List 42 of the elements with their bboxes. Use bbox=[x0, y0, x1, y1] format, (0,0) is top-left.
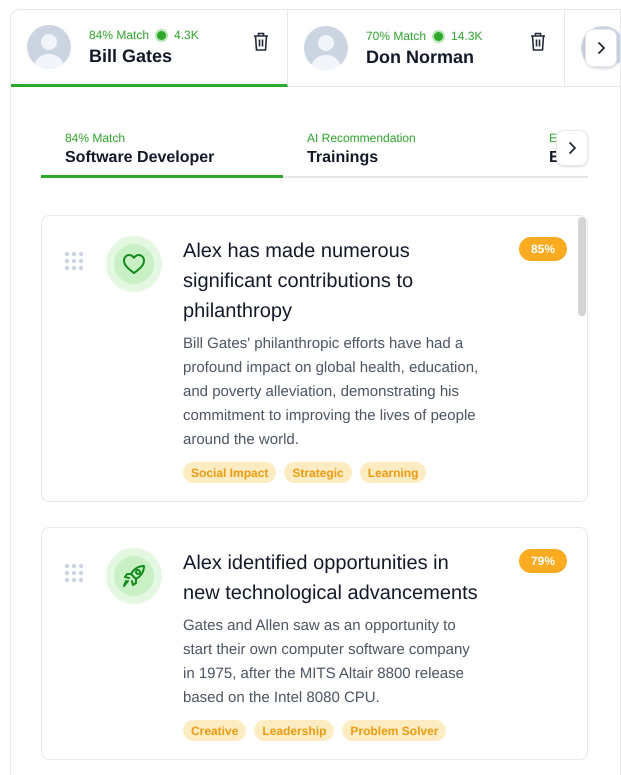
trash-icon bbox=[530, 32, 546, 50]
card-title: Alex identified opportunities in new technological advancements bbox=[183, 551, 479, 606]
tag: Strategic bbox=[284, 462, 352, 483]
follower-count: 14.3K bbox=[451, 28, 482, 45]
profile-tab[interactable]: 70% Match 14.3K Don Norman bbox=[288, 10, 565, 86]
match-label: 84% Match bbox=[89, 27, 150, 44]
chevron-right-icon bbox=[567, 141, 577, 155]
tag: Learning bbox=[360, 462, 426, 483]
role-tab[interactable]: 84% Match Software Developer bbox=[41, 125, 283, 178]
role-tab[interactable]: AI Recommendation Trainings bbox=[283, 125, 525, 176]
profile-tab[interactable]: 84% Match 4.3K Bill Gates bbox=[11, 10, 288, 87]
tab-caption: E bbox=[549, 130, 557, 146]
score-badge: 79% bbox=[518, 549, 567, 573]
tab-label: Software Developer bbox=[65, 148, 216, 168]
tag: Leadership bbox=[254, 720, 334, 741]
profile-name: Bill Gates bbox=[89, 45, 174, 68]
profile-name: Don Norman bbox=[366, 46, 475, 69]
scrollbar-thumb[interactable] bbox=[578, 217, 586, 316]
card-title: Alex has made numerous significant contributions to philanthropy bbox=[183, 239, 414, 324]
match-label: 70% Match bbox=[366, 28, 426, 45]
tag: Creative bbox=[183, 720, 246, 741]
heart-icon bbox=[122, 253, 146, 275]
drag-handle-icon[interactable] bbox=[64, 563, 84, 583]
card-description: Gates and Allen saw as an opportunity to start their own computer software company in 1975, after the MITS Altair 8800 release based on the Intel 8080 CPU. bbox=[183, 616, 471, 708]
rocket-icon bbox=[121, 563, 147, 589]
next-button[interactable] bbox=[585, 29, 617, 67]
delete-button[interactable] bbox=[528, 30, 548, 52]
tab-label: Trainings bbox=[307, 148, 380, 168]
tab-caption: 84% Match bbox=[65, 130, 126, 146]
chevron-right-icon bbox=[596, 41, 606, 55]
tag: Social Impact bbox=[183, 462, 276, 483]
tag: Problem Solver bbox=[342, 720, 446, 741]
avatar bbox=[27, 25, 71, 69]
score-badge: 85% bbox=[518, 237, 567, 261]
avatar bbox=[304, 26, 348, 70]
next-button[interactable] bbox=[556, 130, 588, 166]
tab-caption: AI Recommendation bbox=[307, 130, 417, 146]
card-description: Bill Gates' philanthropic efforts have had a profound impact on global health, education, and poverty alleviation, demonstrating his commitment to improving the lives of people around the world. bbox=[183, 334, 480, 450]
follower-count: 4.3K bbox=[174, 27, 199, 44]
delete-button[interactable] bbox=[251, 30, 271, 52]
drag-handle-icon[interactable] bbox=[64, 251, 84, 271]
trash-icon bbox=[253, 32, 269, 50]
